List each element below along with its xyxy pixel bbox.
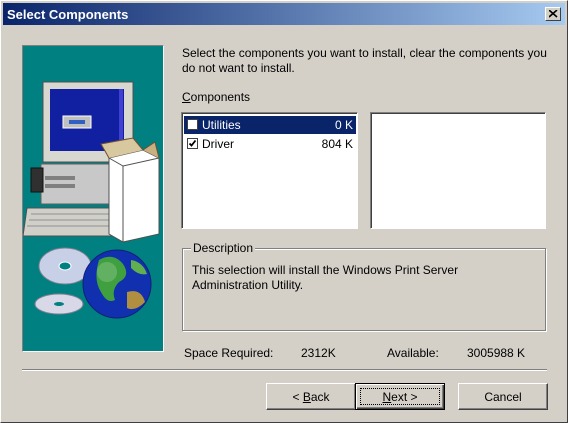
description-text: This selection will install the Windows … bbox=[192, 263, 459, 292]
instruction-text: Select the components you want to instal… bbox=[182, 46, 547, 75]
back-mnemonic: B bbox=[302, 389, 311, 404]
setup-illustration bbox=[22, 45, 164, 352]
list-item-utilities[interactable]: Utilities 0 K bbox=[184, 116, 356, 134]
globe-illustration bbox=[82, 249, 152, 319]
components-listbox[interactable]: Utilities 0 K Driver 804 K bbox=[181, 112, 358, 229]
back-rest: ack bbox=[310, 389, 330, 404]
space-required-value: 2312K bbox=[301, 346, 336, 360]
utilities-checkbox[interactable] bbox=[187, 119, 198, 130]
description-legend: Description bbox=[191, 241, 256, 255]
components-label-mnemonic: C bbox=[182, 90, 191, 104]
list-item-driver[interactable]: Driver 804 K bbox=[184, 135, 356, 153]
space-required-label: Space Required: bbox=[184, 346, 274, 360]
focus-ring bbox=[360, 388, 440, 405]
components-label: Components bbox=[182, 90, 250, 104]
close-icon bbox=[549, 10, 558, 18]
dialog-window: Select Components Select the components … bbox=[0, 0, 568, 423]
separator bbox=[22, 369, 547, 371]
space-available-value: 3005988 K bbox=[467, 346, 526, 360]
window-title: Select Components bbox=[7, 7, 129, 22]
checkmark-icon bbox=[188, 139, 197, 147]
title-bar[interactable]: Select Components bbox=[3, 3, 565, 25]
computer-illustration bbox=[23, 81, 160, 243]
components-label-rest: omponents bbox=[190, 90, 251, 104]
list-item-name: Driver bbox=[202, 137, 234, 151]
list-item-size: 804 K bbox=[321, 137, 353, 151]
cd-discs-illustration bbox=[34, 247, 92, 315]
subcomponents-listbox[interactable] bbox=[370, 112, 546, 229]
list-item-name: Utilities bbox=[202, 118, 241, 132]
next-button[interactable]: Next > bbox=[355, 383, 445, 410]
back-prefix: < bbox=[292, 389, 303, 404]
space-available-label: Available: bbox=[387, 346, 439, 360]
back-button[interactable]: < Back bbox=[266, 383, 356, 410]
list-item-size: 0 K bbox=[334, 118, 353, 132]
close-button[interactable] bbox=[545, 7, 561, 21]
description-groupbox: Description This selection will install … bbox=[182, 241, 546, 331]
driver-checkbox[interactable] bbox=[187, 138, 198, 149]
cancel-button[interactable]: Cancel bbox=[458, 383, 548, 410]
